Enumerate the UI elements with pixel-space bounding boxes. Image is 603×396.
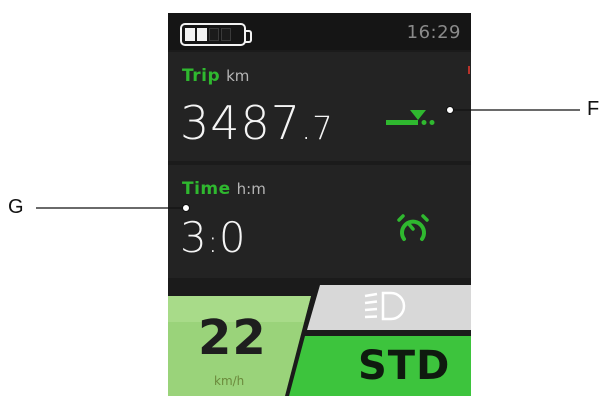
- speed-value: 22: [198, 310, 267, 366]
- time-panel: Time h:m 3:0: [168, 165, 471, 278]
- time-separator: :: [207, 225, 219, 260]
- trip-label-row: Trip km: [182, 66, 249, 86]
- trip-unit: km: [226, 67, 250, 85]
- time-unit: h:m: [236, 180, 266, 198]
- time-label: Time: [182, 179, 231, 199]
- headlight-icon: [364, 291, 406, 321]
- callout-label-g: G: [8, 196, 24, 218]
- trip-value: 3487.7: [180, 96, 334, 150]
- edge-marker: [468, 66, 470, 74]
- trip-value-dec: .7: [301, 109, 334, 147]
- mode-label: STD: [358, 343, 451, 389]
- time-label-row: Time h:m: [182, 179, 266, 199]
- speed-unit: km/h: [214, 374, 245, 388]
- trip-label: Trip: [182, 66, 221, 86]
- time-value: 3:0: [180, 213, 247, 262]
- battery-cell-full: [185, 28, 195, 41]
- battery-cell-empty: [209, 28, 219, 41]
- clock: 16:29: [406, 22, 461, 43]
- battery-cap: [245, 30, 252, 43]
- time-minutes: 0: [218, 213, 247, 262]
- battery-cell-full: [197, 28, 207, 41]
- battery-icon: [180, 23, 252, 46]
- status-bar: 16:29: [168, 13, 471, 50]
- ebike-display: 16:29 Trip km 3487.7 Time h:m 3:0 22 km/…: [168, 13, 471, 396]
- trip-distance-icon: [386, 110, 435, 125]
- trip-panel: Trip km 3487.7: [168, 52, 471, 161]
- callout-label-f: F: [587, 98, 600, 120]
- trip-value-int: 3487: [180, 96, 302, 150]
- time-hours: 3: [180, 213, 208, 262]
- battery-cell-empty: [221, 28, 231, 41]
- stopwatch-icon: [397, 214, 429, 241]
